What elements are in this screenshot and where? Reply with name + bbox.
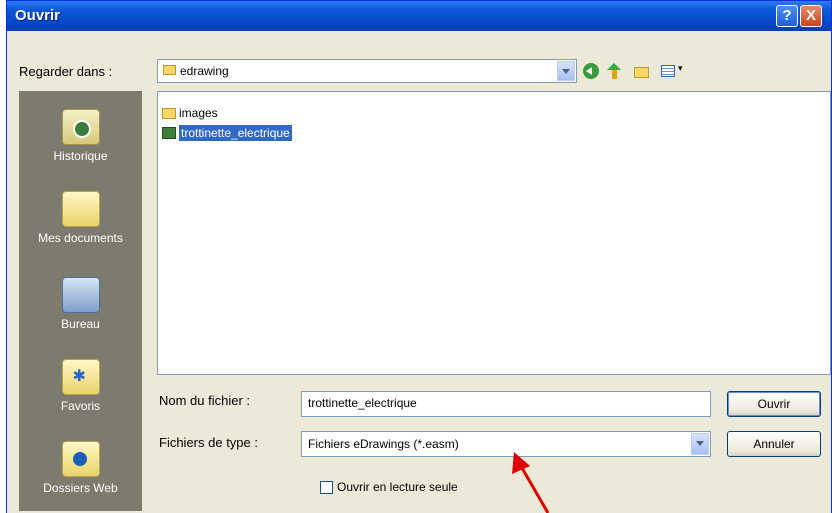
annotation-arrow-icon <box>512 452 550 513</box>
